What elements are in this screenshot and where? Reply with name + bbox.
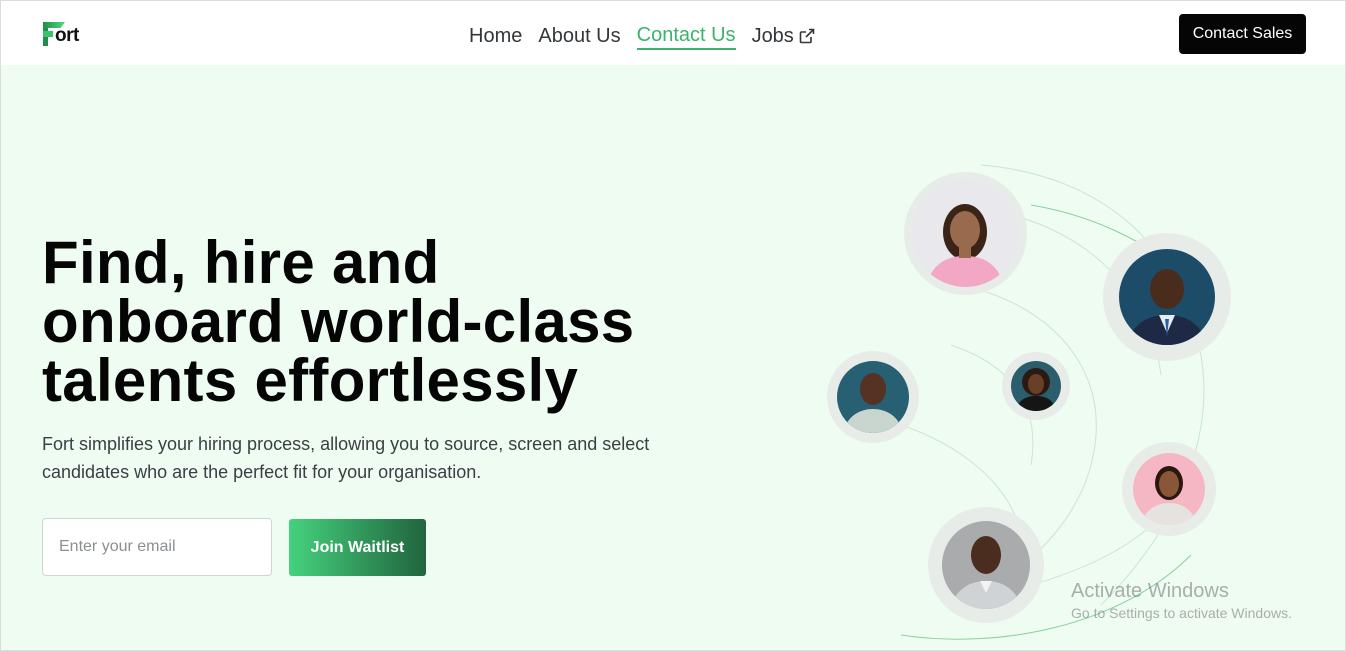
watermark-subtitle: Go to Settings to activate Windows. [1071, 605, 1292, 621]
avatar-woman-small [1002, 352, 1070, 420]
avatar-man-gray-icon [942, 521, 1030, 609]
nav-jobs[interactable]: Jobs [752, 23, 815, 49]
external-link-icon [799, 28, 815, 44]
avatar-man-suit [1103, 233, 1231, 361]
top-navbar: ort Home About Us Contact Us Jobs Contac… [1, 1, 1345, 65]
avatar-man-smiling [827, 351, 919, 443]
fort-logo[interactable]: ort [43, 19, 87, 49]
avatar-woman-pink-icon [912, 180, 1019, 287]
nav-home[interactable]: Home [469, 23, 522, 49]
hero-section: Find, hire and onboard world-class talen… [1, 65, 1345, 650]
watermark-title: Activate Windows [1071, 580, 1229, 602]
activate-windows-watermark: Activate Windows Go to Settings to activ… [1071, 578, 1292, 622]
avatar-woman-pink [904, 172, 1027, 295]
logo-text: ort [55, 25, 79, 46]
avatar-man-suit-icon [1119, 249, 1215, 345]
avatar-man-gray [928, 507, 1044, 623]
logo-f-mark-icon [43, 22, 65, 46]
avatar-woman-small-icon [1011, 361, 1061, 411]
avatar-man-smiling-icon [837, 361, 909, 433]
orbit-lines-decoration [900, 164, 1205, 640]
avatar-woman-pink-bg [1122, 442, 1216, 536]
avatar-woman-pink-bg-icon [1133, 453, 1205, 525]
nav-contact-us[interactable]: Contact Us [636, 22, 736, 50]
nav-jobs-label: Jobs [751, 25, 794, 47]
nav-about-us[interactable]: About Us [538, 23, 620, 49]
main-nav: Home About Us Contact Us Jobs [469, 21, 831, 51]
contact-sales-button[interactable]: Contact Sales [1179, 14, 1306, 54]
